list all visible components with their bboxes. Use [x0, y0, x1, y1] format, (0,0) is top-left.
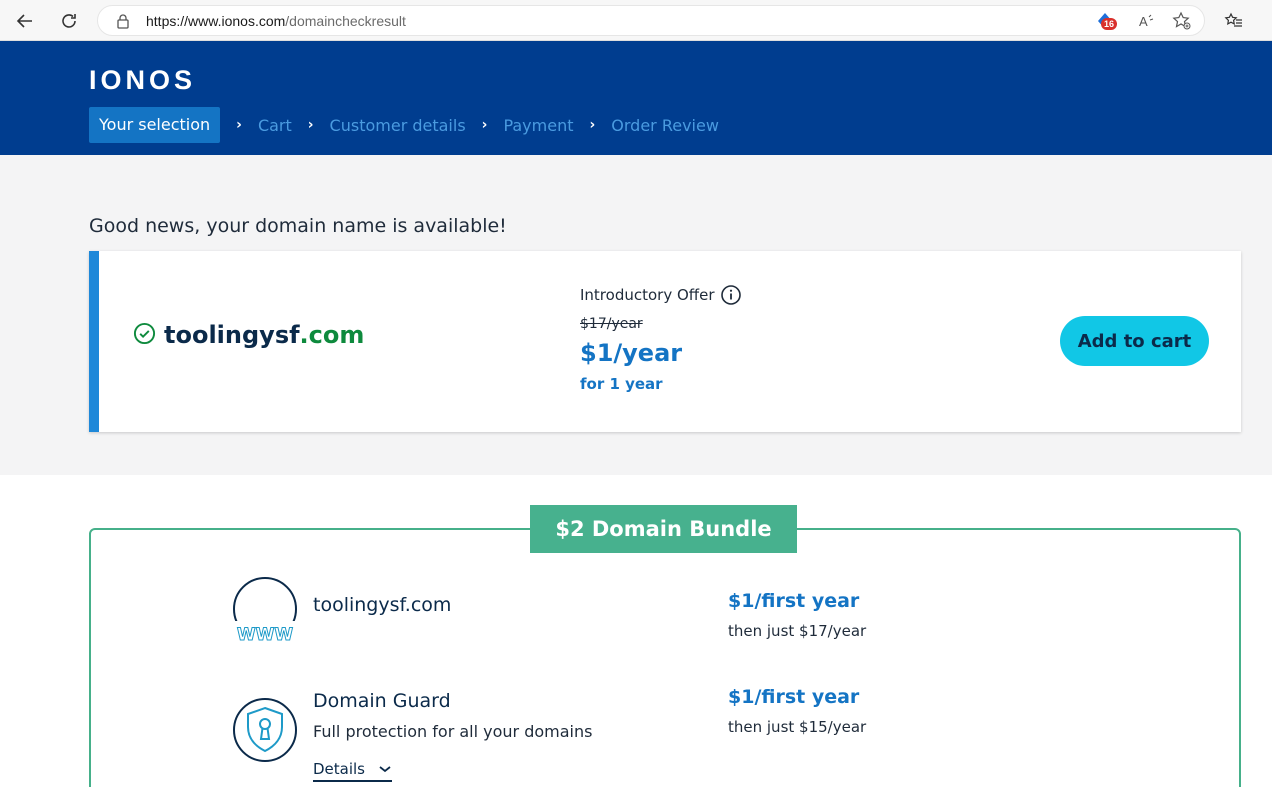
- step-customer-details[interactable]: Customer details: [330, 116, 466, 135]
- bundle-domain-title: toolingysf.com: [313, 594, 452, 616]
- ionos-logo[interactable]: IONOS: [89, 65, 196, 96]
- favorites-icon[interactable]: [1222, 9, 1246, 33]
- step-cart[interactable]: Cart: [258, 116, 292, 135]
- step-order-review[interactable]: Order Review: [611, 116, 719, 135]
- svg-text:A: A: [1139, 14, 1148, 29]
- address-bar[interactable]: https://www.ionos.com/domaincheckresult: [97, 5, 1205, 36]
- add-to-cart-button[interactable]: Add to cart: [1060, 316, 1209, 366]
- domain-result-section: Good news, your domain name is available…: [0, 155, 1272, 475]
- checkout-steps: Your selection › Cart › Customer details…: [89, 107, 719, 143]
- chevron-down-icon: [378, 764, 392, 774]
- domain-guard-renewal: then just $15/year: [728, 718, 867, 736]
- domain-tld: .com: [299, 321, 365, 349]
- back-arrow-icon[interactable]: [12, 8, 38, 34]
- domain-guard-subtitle: Full protection for all your domains: [313, 722, 593, 741]
- details-label: Details: [313, 760, 366, 778]
- extension-badge: 16: [1101, 18, 1118, 30]
- details-toggle[interactable]: Details: [313, 760, 392, 782]
- site-header: IONOS Your selection › Cart › Customer d…: [0, 41, 1272, 155]
- chevron-right-icon: ›: [589, 117, 596, 133]
- domain-guard-title: Domain Guard: [313, 690, 451, 712]
- offer-label-row: Introductory Offer: [580, 285, 741, 305]
- bundle-domain-price: $1/first year: [728, 590, 860, 612]
- offer-label: Introductory Offer: [580, 286, 715, 304]
- domain-name: toolingysf: [164, 321, 300, 349]
- read-aloud-icon[interactable]: A: [1134, 9, 1158, 33]
- browser-toolbar: https://www.ionos.com/domaincheckresult …: [0, 0, 1272, 41]
- availability-headline: Good news, your domain name is available…: [89, 215, 507, 237]
- domain-result-card: toolingysf .com Introductory Offer $17/ye…: [89, 251, 1241, 432]
- bundle-title: $2 Domain Bundle: [530, 505, 797, 553]
- check-circle-icon: [133, 322, 156, 349]
- chevron-right-icon: ›: [481, 117, 488, 133]
- offer-term: for 1 year: [580, 375, 663, 393]
- bundle-domain-renewal: then just $17/year: [728, 622, 867, 640]
- chevron-right-icon: ›: [236, 117, 242, 133]
- svg-text:WWW: WWW: [237, 625, 294, 645]
- refresh-icon[interactable]: [56, 8, 82, 34]
- lock-icon[interactable]: [116, 13, 130, 33]
- chevron-right-icon: ›: [307, 117, 314, 133]
- old-price: $17/year: [580, 316, 643, 332]
- info-icon[interactable]: [720, 285, 741, 305]
- url-text: https://www.ionos.com/domaincheckresult: [146, 13, 406, 29]
- add-favorite-icon[interactable]: [1170, 9, 1194, 33]
- step-your-selection[interactable]: Your selection: [89, 107, 221, 143]
- offer-price: $1/year: [580, 339, 683, 367]
- step-payment[interactable]: Payment: [503, 116, 573, 135]
- shield-lock-icon: [232, 697, 298, 767]
- www-globe-icon: WWW: [232, 577, 298, 649]
- domain-display: toolingysf .com: [133, 321, 364, 349]
- domain-guard-price: $1/first year: [728, 686, 860, 708]
